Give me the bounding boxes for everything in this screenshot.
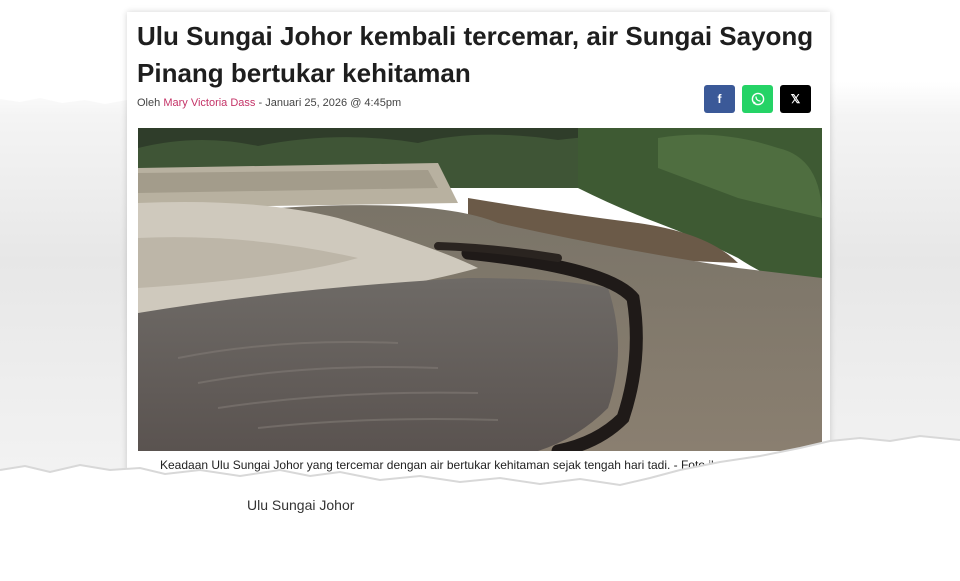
byline: Oleh Mary Victoria Dass - Januari 25, 20… (137, 97, 401, 109)
whatsapp-icon (751, 92, 764, 106)
author-link[interactable]: Mary Victoria Dass (163, 97, 255, 109)
photo-caption: Keadaan Ulu Sungai Johor yang tercemar d… (160, 458, 748, 472)
x-icon: 𝕏 (790, 92, 801, 106)
x-share-button[interactable]: 𝕏 (780, 85, 811, 113)
whatsapp-share-button[interactable] (742, 85, 773, 113)
river-photo-illustration (138, 128, 822, 451)
facebook-share-button[interactable]: f (704, 85, 735, 113)
publish-date: Januari 25, 2026 @ 4:45pm (265, 97, 402, 109)
article-body-fragment: Ulu Sungai Johor (247, 497, 355, 513)
facebook-icon: f (717, 92, 722, 106)
article-card: Ulu Sungai Johor kembali tercemar, air S… (127, 12, 830, 492)
date-separator: - (255, 97, 266, 109)
article-headline: Ulu Sungai Johor kembali tercemar, air S… (137, 21, 814, 88)
byline-prefix: Oleh (137, 97, 161, 109)
article-photo (138, 128, 822, 451)
